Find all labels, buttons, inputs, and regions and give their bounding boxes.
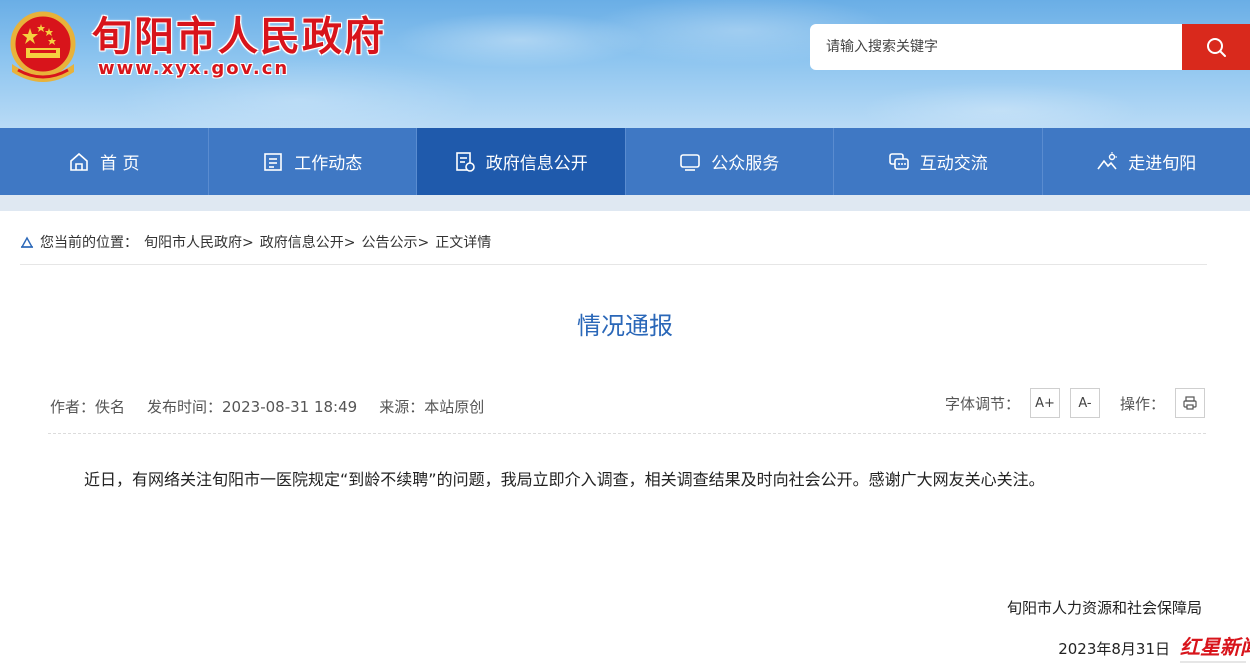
home-icon: [70, 152, 88, 171]
nav-item-home[interactable]: 首 页: [0, 128, 209, 195]
nav-item-about-xunyang[interactable]: 走进旬阳: [1043, 128, 1250, 195]
meta-author: 作者：佚名: [50, 398, 126, 416]
article-tools: 字体调节： A+ A- 操作：: [945, 388, 1205, 418]
search-input[interactable]: [810, 24, 1182, 70]
main-nav: 首 页 工作动态 政府信息公开 公众服务 互动交流 走进旬阳: [0, 128, 1250, 195]
red-star-news-watermark-logo: 红星新闻: [1180, 635, 1250, 663]
print-icon: [1183, 396, 1197, 410]
document-list-icon: [264, 152, 283, 171]
location-icon: [20, 236, 34, 248]
font-increase-button[interactable]: A+: [1029, 388, 1060, 418]
breadcrumb-item-notices[interactable]: 公告公示>: [361, 232, 429, 252]
article-date: 2023年8月31日: [1058, 640, 1170, 658]
nav-item-interaction[interactable]: 互动交流: [834, 128, 1043, 195]
article-signature: 旬阳市人力资源和社会保障局: [1006, 599, 1202, 617]
file-info-icon: [455, 151, 475, 172]
nav-label: 工作动态: [294, 154, 363, 174]
site-header: 旬阳市人民政府 www.xyx.gov.cn: [0, 0, 1250, 128]
nav-divider-strip: [0, 195, 1250, 211]
landscape-icon: [1097, 151, 1118, 170]
article-title: 情况通报: [577, 312, 673, 340]
breadcrumb: 您当前的位置： 旬阳市人民政府> 政府信息公开> 公告公示> 正文详情: [20, 232, 491, 252]
breadcrumb-divider: [20, 264, 1207, 265]
nav-label: 首 页: [100, 154, 140, 174]
nav-item-gov-info[interactable]: 政府信息公开: [417, 128, 626, 195]
site-url[interactable]: www.xyx.gov.cn: [98, 58, 289, 79]
breadcrumb-item-gov-info[interactable]: 政府信息公开>: [260, 232, 356, 252]
national-emblem-icon: [10, 11, 76, 82]
nav-label: 走进旬阳: [1128, 154, 1197, 174]
meta-publish-time: 发布时间：2023-08-31 18:49: [147, 398, 358, 416]
nav-item-work-news[interactable]: 工作动态: [209, 128, 417, 195]
ops-label: 操作：: [1119, 394, 1165, 413]
search-icon: [1207, 38, 1226, 57]
breadcrumb-item-home[interactable]: 旬阳市人民政府>: [144, 232, 254, 252]
meta-source: 来源：本站原创: [379, 398, 485, 416]
nav-item-public-service[interactable]: 公众服务: [626, 128, 834, 195]
site-title[interactable]: 旬阳市人民政府: [92, 4, 386, 62]
font-decrease-button[interactable]: A-: [1069, 388, 1100, 418]
breadcrumb-item-current: 正文详情: [435, 235, 492, 251]
chat-icon: [888, 152, 909, 170]
article-meta: 作者：佚名 发布时间：2023-08-31 18:49 来源：本站原创: [50, 396, 484, 417]
font-size-label: 字体调节：: [944, 394, 1020, 413]
nav-label: 互动交流: [919, 154, 988, 174]
breadcrumb-prefix: 您当前的位置：: [40, 235, 138, 251]
nav-label: 政府信息公开: [485, 154, 588, 174]
nav-label: 公众服务: [711, 154, 780, 174]
svg-text:红星新闻: 红星新闻: [1180, 635, 1250, 659]
meta-divider: [48, 433, 1206, 434]
article-body: 近日，有网络关注旬阳市一医院规定“到龄不续聘”的问题，我局立即介入调查，相关调查…: [84, 470, 1045, 489]
search-button[interactable]: [1182, 24, 1250, 70]
print-button[interactable]: [1175, 388, 1205, 418]
monitor-icon: [680, 153, 701, 171]
